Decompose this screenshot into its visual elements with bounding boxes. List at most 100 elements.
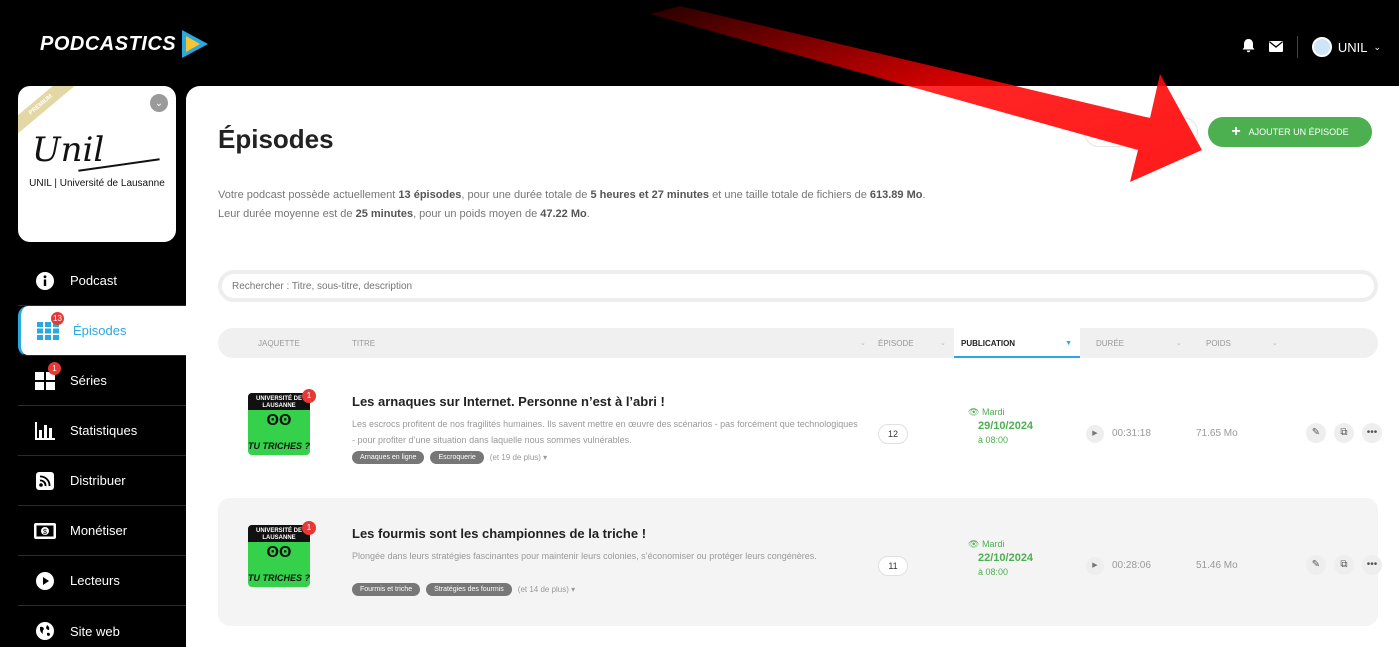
sidebar-item-website[interactable]: Site web (18, 606, 186, 647)
top-right-menu: UNIL ⌄ (1242, 36, 1381, 58)
publication-day: 👁 Mardi (960, 405, 1033, 419)
user-label: UNIL (1337, 39, 1368, 55)
publication-time: à 08:00 (978, 435, 1009, 445)
column-publication[interactable]: PUBLICATION ▼ (954, 328, 1080, 358)
cover-badge: 1 (302, 389, 316, 403)
more-tags-link[interactable]: (et 19 de plus) ▾ (490, 453, 547, 462)
table-row[interactable]: UNIVERSITÉ DE LAUSANNE ʘʘ TU TRICHES ? 1… (218, 498, 1382, 626)
episode-description: Les escrocs profitent de nos fragilités … (352, 419, 858, 445)
more-tags-link[interactable]: (et 14 de plus) ▾ (518, 585, 575, 594)
podcastics-logo[interactable]: PODCASTICS (40, 30, 209, 58)
summary-avg-duration: 25 minutes (355, 208, 414, 220)
eye-icon: 👁 (968, 407, 980, 417)
column-duration[interactable]: DURÉE (1096, 339, 1124, 348)
tag[interactable]: Stratégies des fourmis (426, 583, 512, 596)
duplicate-icon[interactable]: ⧉ (1334, 423, 1354, 443)
chevron-down-icon[interactable]: ⌄ (150, 94, 168, 112)
svg-text:$: $ (43, 529, 47, 536)
table-header: JAQUETTE TITRE ⌄ ÉPISODE ⌄ PUBLICATION ▼… (218, 328, 1378, 358)
info-icon (34, 270, 56, 292)
summary-total-size: 613.89 Mo (869, 189, 923, 201)
summary-episode-count: 13 épisodes (398, 189, 462, 201)
summary-text: . (922, 189, 926, 201)
bar-chart-icon (34, 420, 56, 442)
episode-title[interactable]: Les arnaques sur Internet. Personne n’es… (352, 394, 665, 409)
user-menu[interactable]: UNIL ⌄ (1311, 37, 1381, 57)
tag[interactable]: Fourmis et triche (352, 583, 421, 596)
cover-caption: UNIVERSITÉ DE LAUSANNE (248, 525, 310, 542)
sidebar-item-label: Statistiques (70, 423, 138, 438)
episode-title[interactable]: Les fourmis sont les championnes de la t… (352, 526, 646, 541)
more-icon[interactable]: ••• (1362, 423, 1382, 443)
publication-day-label: Mardi (981, 539, 1005, 549)
podcast-card[interactable]: PREMIUM ⌄ Unil UNIL | Université de Laus… (18, 86, 176, 242)
chevron-down-icon: ⌄ (1373, 41, 1381, 52)
column-publication-label: PUBLICATION (961, 339, 1016, 348)
sidebar-item-series[interactable]: 1 Séries (18, 356, 186, 406)
episode-cover[interactable]: UNIVERSITÉ DE LAUSANNE ʘʘ TU TRICHES ? (248, 525, 310, 587)
column-episode[interactable]: ÉPISODE (878, 339, 914, 348)
play-button[interactable]: ▶ (1086, 425, 1104, 443)
table-row[interactable]: UNIVERSITÉ DE LAUSANNE ʘʘ TU TRICHES ? 1… (218, 366, 1382, 494)
sidebar-item-podcast[interactable]: Podcast (18, 256, 186, 306)
sidebar-item-label: Site web (70, 623, 120, 639)
column-title[interactable]: TITRE (352, 339, 375, 348)
tag[interactable]: Escroquerie (430, 451, 484, 464)
divider (1296, 36, 1298, 58)
envelope-icon[interactable] (1268, 40, 1283, 55)
money-icon: $ (34, 520, 56, 542)
sidebar-item-players[interactable]: Lecteurs (18, 556, 186, 606)
episode-tags: Fourmis et triche Stratégies des fourmis… (352, 583, 575, 596)
tag[interactable]: Arnaques en ligne (352, 451, 425, 464)
edit-icon[interactable]: ✎ (1306, 555, 1326, 575)
summary-text: Votre podcast possède actuellement (218, 189, 399, 201)
summary-text: Leur durée moyenne est de (218, 208, 356, 220)
add-episode-label: AJOUTER UN ÉPISODE (1248, 127, 1349, 137)
sidebar-item-statistics[interactable]: Statistiques (18, 406, 186, 456)
rss-icon (34, 470, 56, 492)
series-count-badge: 1 (48, 362, 61, 375)
publication-date-value: 29/10/2024 (978, 420, 1034, 432)
sidebar-item-monetize[interactable]: $ Monétiser (18, 506, 186, 556)
duplicate-icon[interactable]: ⧉ (1334, 555, 1354, 575)
plus-icon: + (1231, 123, 1241, 140)
main-panel: Épisodes + AJOUTER UN ÉPISODE Votre podc… (186, 86, 1399, 647)
publication-day-label: Mardi (981, 407, 1005, 417)
episodes-count-badge: 13 (51, 312, 64, 325)
episode-description: Plongée dans leurs stratégies fascinante… (352, 551, 817, 561)
secondary-button[interactable] (1084, 117, 1198, 147)
row-actions: ✎ ⧉ ••• (1306, 555, 1382, 575)
edit-icon[interactable]: ✎ (1306, 423, 1326, 443)
add-episode-button[interactable]: + AJOUTER UN ÉPISODE (1208, 117, 1372, 147)
cover-eyes: ʘʘ (266, 412, 292, 429)
episodes-summary: Votre podcast possède actuellement 13 ép… (218, 186, 926, 224)
summary-line-1: Votre podcast possède actuellement 13 ép… (218, 186, 926, 205)
cover-eyes: ʘʘ (266, 544, 292, 561)
sidebar-item-label: Monétiser (70, 523, 128, 538)
column-size[interactable]: POIDS (1206, 339, 1231, 348)
summary-text: , pour une durée totale de (461, 189, 591, 201)
search-input[interactable] (218, 270, 1378, 302)
episode-cover[interactable]: UNIVERSITÉ DE LAUSANNE ʘʘ TU TRICHES ? (248, 393, 310, 455)
episode-size: 71.65 Mo (1196, 428, 1238, 439)
summary-text: , pour un poids moyen de (413, 208, 541, 220)
play-button[interactable]: ▶ (1086, 557, 1104, 575)
logo-text: PODCASTICS (40, 32, 177, 55)
publication-day: 👁 Mardi (960, 537, 1033, 551)
sidebar-item-distribute[interactable]: Distribuer (18, 456, 186, 506)
column-cover[interactable]: JAQUETTE (258, 339, 300, 348)
summary-avg-size: 47.22 Mo (540, 208, 587, 220)
bell-icon[interactable] (1242, 38, 1255, 56)
publication-date-value: 22/10/2024 (978, 552, 1034, 564)
sidebar-item-label: Distribuer (70, 473, 126, 488)
more-icon[interactable]: ••• (1362, 555, 1382, 575)
summary-text: . (586, 208, 590, 220)
cover-title: TU TRICHES ? (248, 573, 310, 583)
sidebar-nav: Podcast 13 Épisodes 1 Séries Statistique… (18, 256, 190, 647)
publication-time: à 08:00 (978, 567, 1009, 577)
publication-date: 👁 Mardi 22/10/2024 à 08:00 (960, 537, 1033, 579)
sidebar-item-label: Lecteurs (70, 573, 120, 588)
episode-duration: 00:28:06 (1112, 560, 1151, 571)
sidebar-item-episodes[interactable]: 13 Épisodes (18, 306, 190, 356)
page-title: Épisodes (218, 124, 334, 154)
